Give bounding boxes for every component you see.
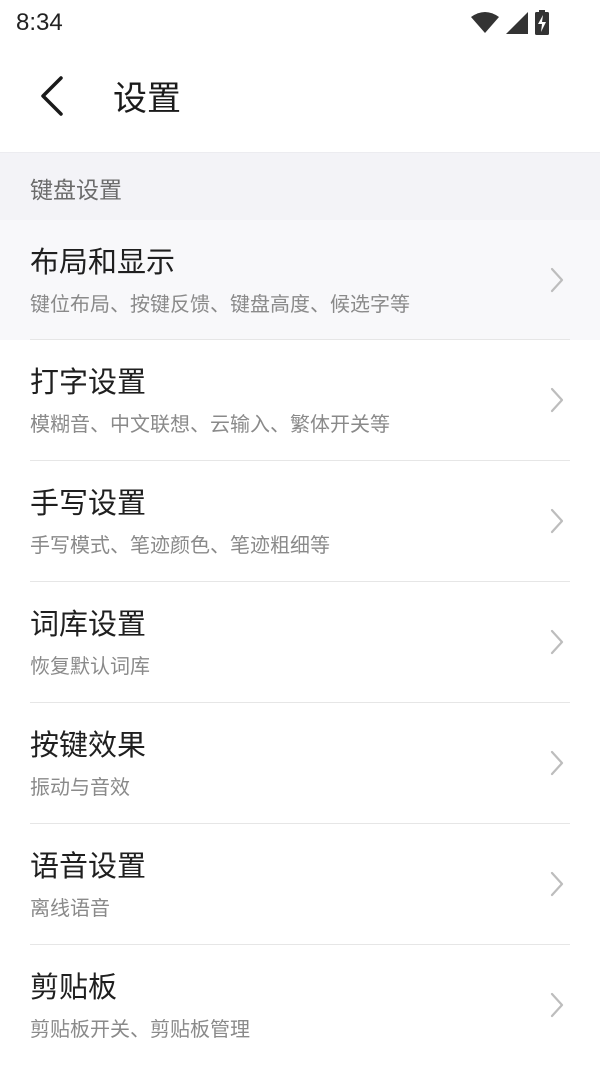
setting-description: 模糊音、中文联想、云输入、繁体开关等: [30, 412, 390, 436]
chevron-left-icon: [39, 75, 65, 121]
setting-description: 剪贴板开关、剪贴板管理: [30, 1017, 250, 1041]
section-header: 键盘设置: [0, 153, 600, 220]
chevron-right-icon: [550, 750, 564, 776]
setting-title: 布局和显示: [30, 245, 176, 279]
setting-title: 剪贴板: [30, 970, 118, 1004]
setting-description: 键位布局、按键反馈、键盘高度、候选字等: [30, 292, 410, 316]
setting-item-typing[interactable]: 打字设置 模糊音、中文联想、云输入、繁体开关等: [0, 340, 600, 461]
setting-item-clipboard[interactable]: 剪贴板 剪贴板开关、剪贴板管理: [0, 945, 600, 1066]
setting-description: 恢复默认词库: [30, 654, 150, 678]
settings-list: 布局和显示 键位布局、按键反馈、键盘高度、候选字等 打字设置 模糊音、中文联想、…: [0, 220, 600, 1066]
chevron-right-icon: [550, 871, 564, 897]
chevron-right-icon: [550, 508, 564, 534]
setting-item-layout-display[interactable]: 布局和显示 键位布局、按键反馈、键盘高度、候选字等: [0, 220, 600, 340]
status-icons: [470, 10, 550, 36]
setting-description: 振动与音效: [30, 775, 130, 799]
status-bar: 8:34: [0, 0, 600, 46]
chevron-right-icon: [550, 992, 564, 1018]
setting-item-key-effects[interactable]: 按键效果 振动与音效: [0, 703, 600, 824]
setting-description: 离线语音: [30, 896, 110, 920]
status-time: 8:34: [16, 9, 63, 36]
battery-charging-icon: [534, 10, 550, 36]
back-button[interactable]: [22, 68, 82, 128]
setting-title: 词库设置: [30, 607, 147, 641]
wifi-icon: [470, 11, 500, 35]
app-bar: 设置: [0, 46, 600, 153]
setting-item-dictionary[interactable]: 词库设置 恢复默认词库: [0, 582, 600, 703]
signal-icon: [506, 12, 528, 34]
setting-title: 手写设置: [30, 486, 147, 520]
setting-item-handwriting[interactable]: 手写设置 手写模式、笔迹颜色、笔迹粗细等: [0, 461, 600, 582]
setting-title: 按键效果: [30, 728, 147, 762]
setting-title: 语音设置: [30, 849, 147, 883]
section-label: 键盘设置: [30, 178, 122, 204]
chevron-right-icon: [550, 629, 564, 655]
setting-item-voice[interactable]: 语音设置 离线语音: [0, 824, 600, 945]
setting-title: 打字设置: [30, 365, 147, 399]
page-title: 设置: [113, 79, 181, 119]
chevron-right-icon: [550, 267, 564, 293]
setting-description: 手写模式、笔迹颜色、笔迹粗细等: [30, 533, 330, 557]
chevron-right-icon: [550, 387, 564, 413]
